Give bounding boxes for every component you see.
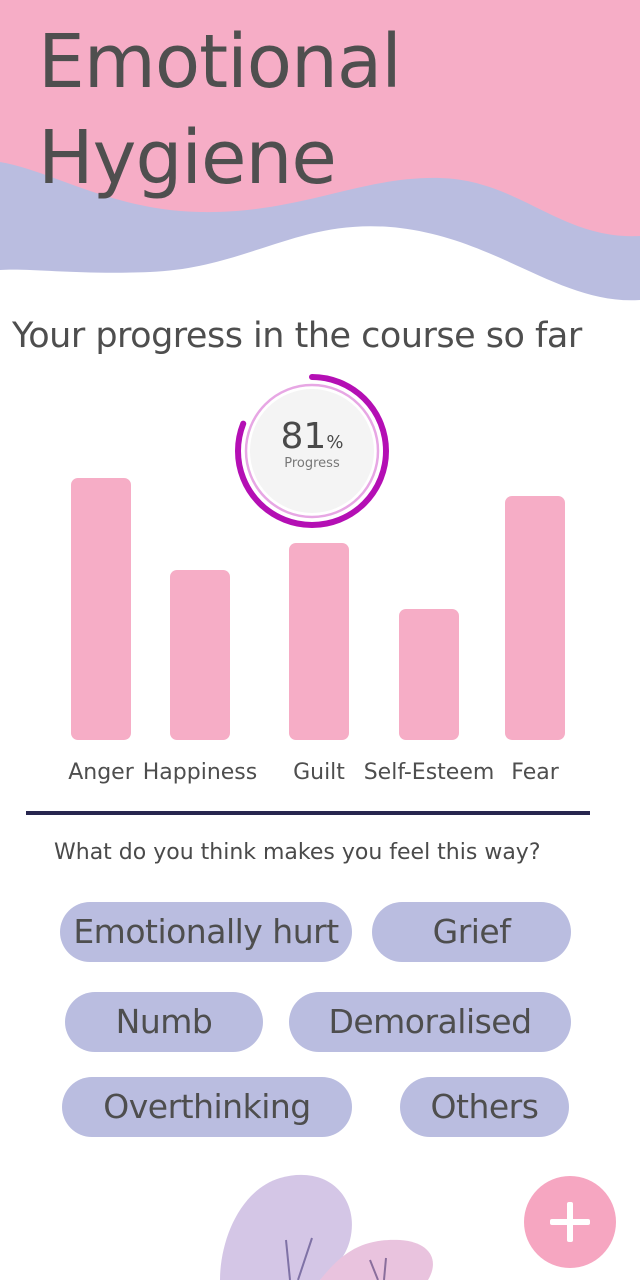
add-button[interactable] [524,1176,616,1268]
bar-guilt [289,543,349,740]
bar-label-anger: Anger [68,760,134,785]
bar-label-fear: Fear [511,760,559,785]
emotional-hygiene-screen: Emotional Hygiene Your progress in the c… [0,0,640,1280]
feelings-question: What do you think makes you feel this wa… [54,840,541,865]
plus-icon [550,1202,590,1242]
bar-fear [505,496,565,740]
bar-anger [71,478,131,740]
option-grief[interactable]: Grief [372,902,571,962]
progress-unit: % [326,432,344,453]
option-overthinking[interactable]: Overthinking [62,1077,352,1137]
plant-illustration [220,1174,433,1280]
progress-number: 81 [280,416,327,457]
progress-readout: 81% Progress [231,370,393,532]
app-title-line-1: Emotional [38,19,402,105]
option-emotionally-hurt[interactable]: Emotionally hurt [60,902,352,962]
section-divider [26,811,590,815]
app-title-line-2: Hygiene [38,115,337,201]
progress-value: 81% [231,416,393,457]
bar-label-happiness: Happiness [142,760,258,785]
option-demoralised[interactable]: Demoralised [289,992,571,1052]
bar-self-esteem [399,609,459,740]
option-others[interactable]: Others [400,1077,569,1137]
bar-label-self-esteem: Self-Esteem [363,760,495,785]
progress-heading: Your progress in the course so far [12,316,582,356]
bar-label-guilt: Guilt [293,760,345,785]
option-numb[interactable]: Numb [65,992,263,1052]
progress-caption: Progress [284,456,340,471]
app-title: Emotional Hygiene [38,14,402,206]
plant-leaf-large [220,1174,352,1280]
bar-happiness [170,570,230,740]
